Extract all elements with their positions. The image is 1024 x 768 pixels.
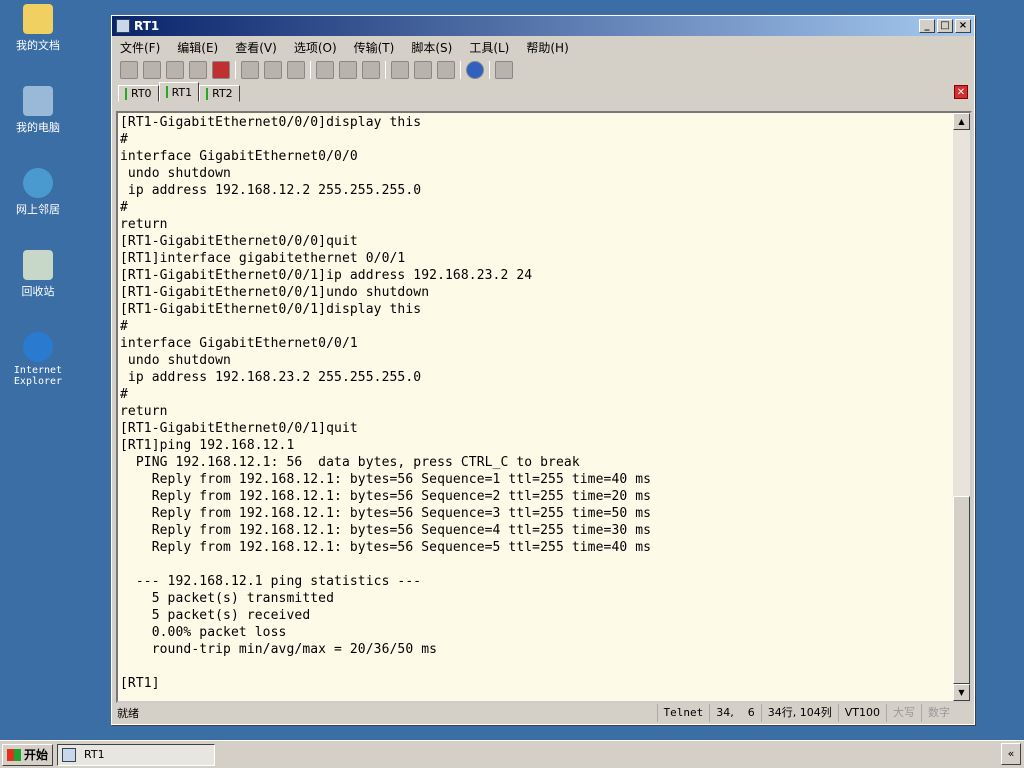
maximize-button[interactable]: □ [937, 19, 953, 33]
label: 回收站 [21, 285, 55, 298]
status-num: 数字 [921, 704, 956, 722]
menu-edit[interactable]: 编辑(E) [177, 39, 218, 56]
close-button[interactable]: × [955, 19, 971, 33]
scroll-down-icon[interactable]: ▼ [953, 684, 970, 701]
session-options-icon[interactable] [391, 61, 409, 79]
sftp-icon[interactable] [414, 61, 432, 79]
print-selection-icon[interactable] [339, 61, 357, 79]
taskbar: 开始 RT1 « [0, 740, 1024, 768]
tab-label: RT2 [212, 87, 233, 100]
scroll-up-icon[interactable]: ▲ [953, 113, 970, 130]
status-indicator-icon [125, 87, 127, 100]
menu-help[interactable]: 帮助(H) [526, 39, 568, 56]
print-icon[interactable] [362, 61, 380, 79]
status-protocol: Telnet [656, 704, 710, 722]
start-button[interactable]: 开始 [2, 743, 54, 766]
session-tabs: RT0 RT1 RT2 ✕ [112, 82, 974, 102]
app-icon [62, 747, 77, 762]
network-icon [23, 168, 53, 198]
separator [310, 61, 311, 79]
separator [460, 61, 461, 79]
menu-bar: 文件(F) 编辑(E) 查看(V) 选项(O) 传输(T) 脚本(S) 工具(L… [112, 36, 974, 58]
close-tab-icon[interactable]: ✕ [954, 85, 968, 99]
recycle-bin-icon [23, 250, 53, 280]
disconnect-icon[interactable] [212, 61, 230, 79]
tray-expand-button[interactable]: « [1001, 743, 1021, 765]
folder-icon [23, 4, 53, 34]
desktop-icon-recycle-bin[interactable]: 回收站 [0, 250, 76, 299]
task-label: RT1 [84, 748, 105, 761]
windows-logo-icon [7, 748, 21, 761]
tab-label: RT1 [171, 85, 193, 99]
find-icon[interactable] [287, 61, 305, 79]
status-ready: 就绪 [117, 707, 139, 720]
desktop-icon-ie[interactable]: Internet Explorer [0, 332, 76, 387]
menu-view[interactable]: 查看(V) [235, 39, 277, 56]
label: 我的文档 [16, 39, 60, 52]
copy-icon[interactable] [241, 61, 259, 79]
toolbar [112, 58, 974, 82]
separator [235, 61, 236, 79]
keymap-icon[interactable] [495, 61, 513, 79]
app-icon [116, 19, 130, 33]
window-title: RT1 [134, 19, 160, 33]
menu-file[interactable]: 文件(F) [120, 39, 160, 56]
status-caps: 大写 [886, 704, 921, 722]
quick-connect-icon[interactable] [143, 61, 161, 79]
start-label: 开始 [24, 748, 49, 762]
scroll-thumb[interactable] [953, 496, 970, 684]
terminal-text: [RT1-GigabitEthernet0/0/0]display this #… [120, 115, 652, 691]
desktop-icon-network[interactable]: 网上邻居 [0, 168, 76, 217]
computer-icon [23, 86, 53, 116]
status-bar: 就绪 Telnet 34, 6 34行, 104列 VT100 大写 数字 [112, 702, 974, 724]
reconnect-icon[interactable] [189, 61, 207, 79]
menu-script[interactable]: 脚本(S) [411, 39, 452, 56]
desktop-icon-my-documents[interactable]: 我的文档 [0, 4, 76, 53]
status-cursor: 34, 6 [709, 704, 760, 722]
label: 网上邻居 [16, 203, 60, 216]
connect-tab-icon[interactable] [166, 61, 184, 79]
status-size: 34行, 104列 [760, 704, 838, 722]
tab-rt0[interactable]: RT0 [118, 85, 159, 102]
tab-label: RT0 [131, 87, 152, 100]
minimize-button[interactable]: _ [919, 19, 935, 33]
tab-rt1[interactable]: RT1 [158, 82, 200, 102]
status-emulation: VT100 [837, 704, 886, 722]
connect-icon[interactable] [120, 61, 138, 79]
separator [385, 61, 386, 79]
desktop-icon-my-computer[interactable]: 我的电脑 [0, 86, 76, 135]
paste-icon[interactable] [264, 61, 282, 79]
status-indicator-icon [206, 87, 209, 100]
vertical-scrollbar[interactable]: ▲ ▼ [953, 113, 970, 701]
status-indicator-icon [165, 86, 168, 98]
label: 我的电脑 [16, 121, 60, 134]
separator [489, 61, 490, 79]
ie-icon [23, 332, 53, 362]
help-icon[interactable] [466, 61, 484, 79]
taskbar-item-rt1[interactable]: RT1 [57, 743, 216, 766]
label: Internet Explorer [13, 365, 63, 387]
print-screen-icon[interactable] [316, 61, 334, 79]
menu-tools[interactable]: 工具(L) [469, 39, 509, 56]
title-bar[interactable]: RT1 _ □ × [112, 16, 974, 36]
key-icon[interactable] [437, 61, 455, 79]
menu-options[interactable]: 选项(O) [294, 39, 337, 56]
menu-transfer[interactable]: 传输(T) [354, 39, 395, 56]
tab-rt2[interactable]: RT2 [199, 85, 240, 102]
terminal-output[interactable]: [RT1-GigabitEthernet0/0/0]display this #… [116, 111, 972, 703]
securecrt-window: RT1 _ □ × 文件(F) 编辑(E) 查看(V) 选项(O) 传输(T) … [111, 15, 975, 725]
